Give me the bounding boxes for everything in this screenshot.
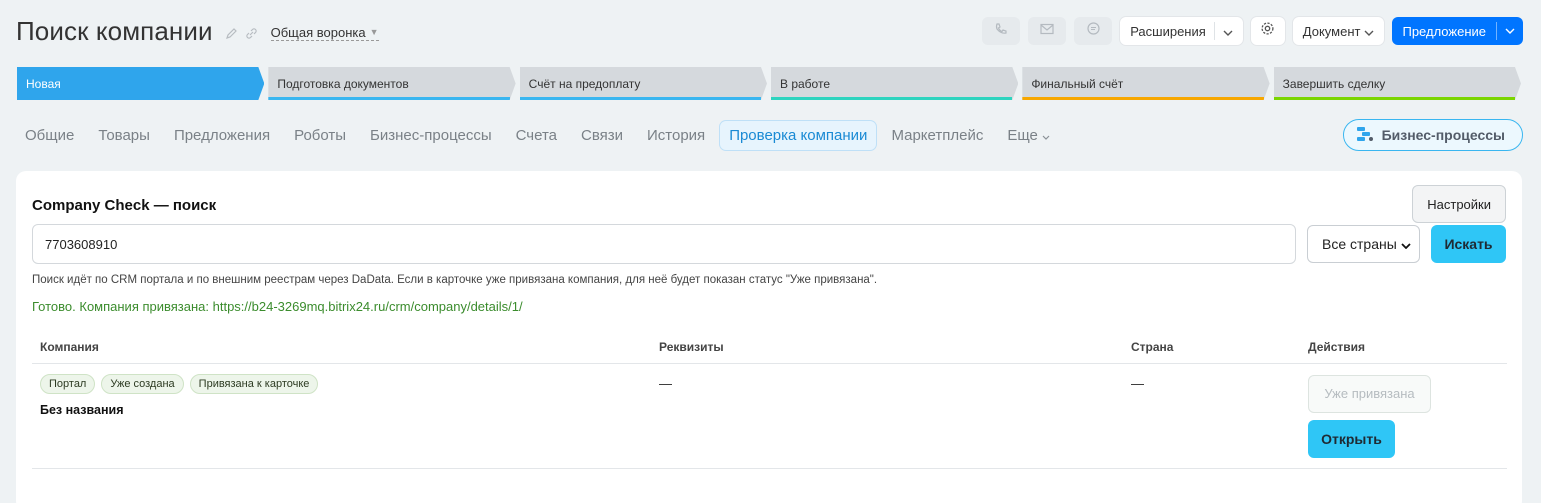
chevron-down-icon bbox=[1042, 127, 1050, 144]
chat-icon bbox=[1086, 21, 1101, 41]
tab-offers[interactable]: Предложения bbox=[165, 121, 279, 150]
tab-more-label: Еще bbox=[1007, 126, 1038, 144]
chevron-down-icon[interactable] bbox=[1496, 22, 1523, 40]
open-button[interactable]: Открыть bbox=[1308, 419, 1395, 458]
column-header-country: Страна bbox=[1123, 331, 1300, 364]
business-processes-label: Бизнес-процессы bbox=[1381, 127, 1505, 143]
country-select-value: Все страны bbox=[1322, 236, 1397, 252]
tab-general[interactable]: Общие bbox=[16, 121, 83, 150]
search-input[interactable]: 7703608910 bbox=[32, 224, 1296, 264]
status-badge: Уже создана bbox=[101, 373, 184, 394]
table-row: Портал Уже создана Привязана к карточке … bbox=[32, 363, 1507, 469]
funnel-selector[interactable]: Общая воронка ▼ bbox=[270, 25, 379, 41]
business-processes-button[interactable]: Бизнес-процессы bbox=[1342, 119, 1523, 151]
phone-icon bbox=[994, 22, 1008, 41]
chevron-down-icon bbox=[1364, 24, 1374, 39]
chevron-down-icon bbox=[1223, 24, 1233, 39]
status-badges: Портал Уже создана Привязана к карточке bbox=[40, 373, 643, 394]
company-check-card: Company Check — поиск Настройки 77036089… bbox=[16, 171, 1522, 503]
email-button[interactable] bbox=[1028, 17, 1067, 45]
business-process-icon bbox=[1356, 126, 1374, 145]
tab-bar: Общие Товары Предложения Роботы Бизнес-п… bbox=[16, 119, 1523, 151]
gear-icon bbox=[1260, 21, 1275, 41]
pencil-icon[interactable] bbox=[225, 26, 239, 40]
search-hint: Поиск идёт по CRM портала и по внешним р… bbox=[32, 274, 878, 286]
chat-button[interactable] bbox=[1074, 17, 1113, 45]
country-select[interactable]: Все страны bbox=[1307, 225, 1420, 263]
card-title: Company Check — поиск bbox=[32, 197, 217, 214]
stage-prepayment[interactable]: Счёт на предоплату bbox=[520, 67, 767, 100]
tab-marketplace[interactable]: Маркетплейс bbox=[882, 121, 992, 150]
extensions-label: Расширения bbox=[1130, 23, 1206, 39]
country-cell: — bbox=[1123, 363, 1300, 469]
column-header-company: Компания bbox=[32, 331, 651, 364]
tab-robots[interactable]: Роботы bbox=[285, 121, 355, 150]
requisites-cell: — bbox=[651, 363, 1123, 469]
status-badge: Портал bbox=[40, 373, 96, 394]
envelope-icon bbox=[1040, 22, 1054, 40]
link-icon[interactable] bbox=[245, 26, 259, 40]
funnel-label: Общая воронка bbox=[270, 25, 366, 40]
results-table: Компания Реквизиты Страна Действия Порта… bbox=[32, 331, 1507, 469]
stage-color-bar bbox=[1022, 97, 1263, 100]
settings-button[interactable]: Настройки bbox=[1412, 185, 1506, 223]
company-cell: Портал Уже создана Привязана к карточке … bbox=[32, 363, 651, 469]
tab-invoices[interactable]: Счета bbox=[507, 121, 566, 150]
stage-new[interactable]: Новая bbox=[17, 67, 264, 100]
stage-close-deal[interactable]: Завершить сделку bbox=[1274, 67, 1521, 100]
stage-final-invoice[interactable]: Финальный счёт bbox=[1022, 67, 1269, 100]
tab-history[interactable]: История bbox=[638, 121, 714, 150]
caret-down-icon: ▼ bbox=[369, 27, 379, 37]
page-header: Поиск компании Общая воронка ▼ Расширени… bbox=[16, 14, 1523, 48]
column-header-actions: Действия bbox=[1300, 331, 1507, 364]
status-badge: Привязана к карточке bbox=[189, 373, 319, 394]
document-button[interactable]: Документ bbox=[1292, 17, 1385, 45]
tab-company-check[interactable]: Проверка компании bbox=[720, 120, 877, 150]
offer-label: Предложение bbox=[1402, 23, 1486, 39]
table-header-row: Компания Реквизиты Страна Действия bbox=[32, 331, 1507, 364]
tab-more[interactable]: Еще bbox=[998, 121, 1059, 150]
company-name: Без названия bbox=[40, 402, 124, 417]
stage-color-bar bbox=[268, 97, 509, 100]
page-title: Поиск компании bbox=[16, 15, 213, 46]
stage-color-bar bbox=[1274, 97, 1515, 100]
call-button[interactable] bbox=[982, 17, 1021, 45]
actions-cell: Уже привязана Открыть bbox=[1300, 363, 1507, 469]
stage-docs[interactable]: Подготовка документов bbox=[268, 67, 515, 100]
offer-button[interactable]: Предложение bbox=[1392, 17, 1523, 45]
tab-products[interactable]: Товары bbox=[89, 121, 159, 150]
document-label: Документ bbox=[1302, 23, 1361, 39]
chevron-down-icon bbox=[1401, 236, 1411, 252]
search-button[interactable]: Искать bbox=[1431, 225, 1506, 263]
tab-business-processes[interactable]: Бизнес-процессы bbox=[361, 121, 501, 150]
stage-in-progress[interactable]: В работе bbox=[771, 67, 1018, 100]
stage-color-bar bbox=[520, 97, 761, 100]
stage-pipeline: Новая Подготовка документов Счёт на пред… bbox=[17, 67, 1521, 100]
column-header-requisites: Реквизиты bbox=[651, 331, 1123, 364]
already-linked-button[interactable]: Уже привязана bbox=[1308, 374, 1431, 413]
stage-color-bar bbox=[771, 97, 1012, 100]
tab-links[interactable]: Связи bbox=[572, 121, 632, 150]
settings-gear-button[interactable] bbox=[1250, 17, 1285, 45]
extensions-button[interactable]: Расширения bbox=[1120, 17, 1243, 45]
success-message: Готово. Компания привязана: https://b24-… bbox=[32, 299, 523, 314]
